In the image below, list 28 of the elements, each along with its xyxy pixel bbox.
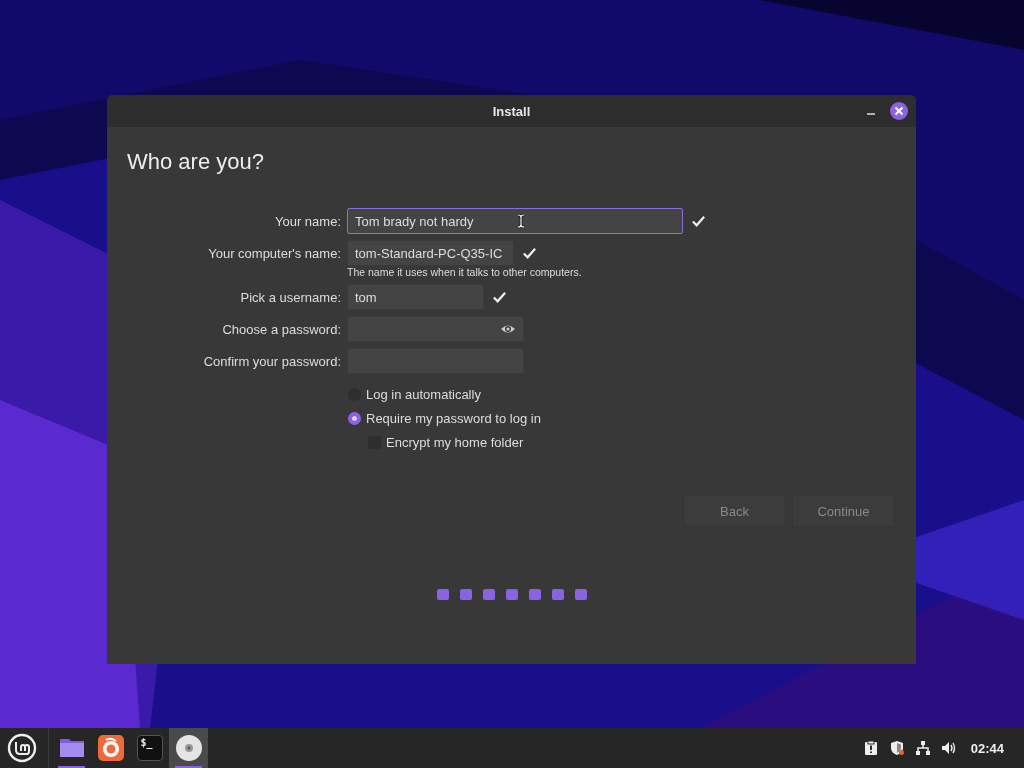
volume-icon[interactable]: [940, 740, 957, 756]
taskbar-app[interactable]: $_: [130, 728, 169, 768]
network-icon[interactable]: [914, 740, 931, 756]
close-icon[interactable]: [890, 102, 908, 120]
field-label: Choose a password:: [221, 321, 341, 337]
option-label[interactable]: Encrypt my home folder: [386, 435, 524, 450]
page-heading: Who are you?: [127, 149, 265, 175]
option-label[interactable]: Log in automatically: [366, 387, 481, 402]
disc-icon[interactable]: [174, 734, 203, 762]
text-field[interactable]: Tom brady not hardy: [347, 208, 683, 234]
browser-icon[interactable]: [96, 734, 125, 762]
field-label: Your name:: [274, 213, 341, 229]
field-label: Your computer's name:: [207, 245, 341, 261]
shield-icon[interactable]: [888, 740, 905, 756]
terminal-icon[interactable]: $_: [136, 735, 163, 761]
menu-logo-icon[interactable]: [7, 733, 37, 763]
window-title: Install: [492, 103, 531, 119]
clock[interactable]: 02:44: [970, 740, 1004, 756]
taskbar-app[interactable]: [169, 728, 208, 768]
text-field[interactable]: [347, 316, 524, 342]
option-label[interactable]: Require my password to log in: [366, 411, 541, 426]
text-field[interactable]: tom-Standard-PC-Q35-IC: [347, 240, 514, 266]
radio-button[interactable]: [348, 412, 361, 425]
field-label: Pick a username:: [239, 289, 341, 305]
hint-text: The name it uses when it talks to other computers.: [347, 266, 583, 278]
clipboard-icon[interactable]: [862, 740, 879, 756]
text-field[interactable]: tom: [347, 284, 484, 310]
field-label: Confirm your password:: [202, 353, 341, 369]
